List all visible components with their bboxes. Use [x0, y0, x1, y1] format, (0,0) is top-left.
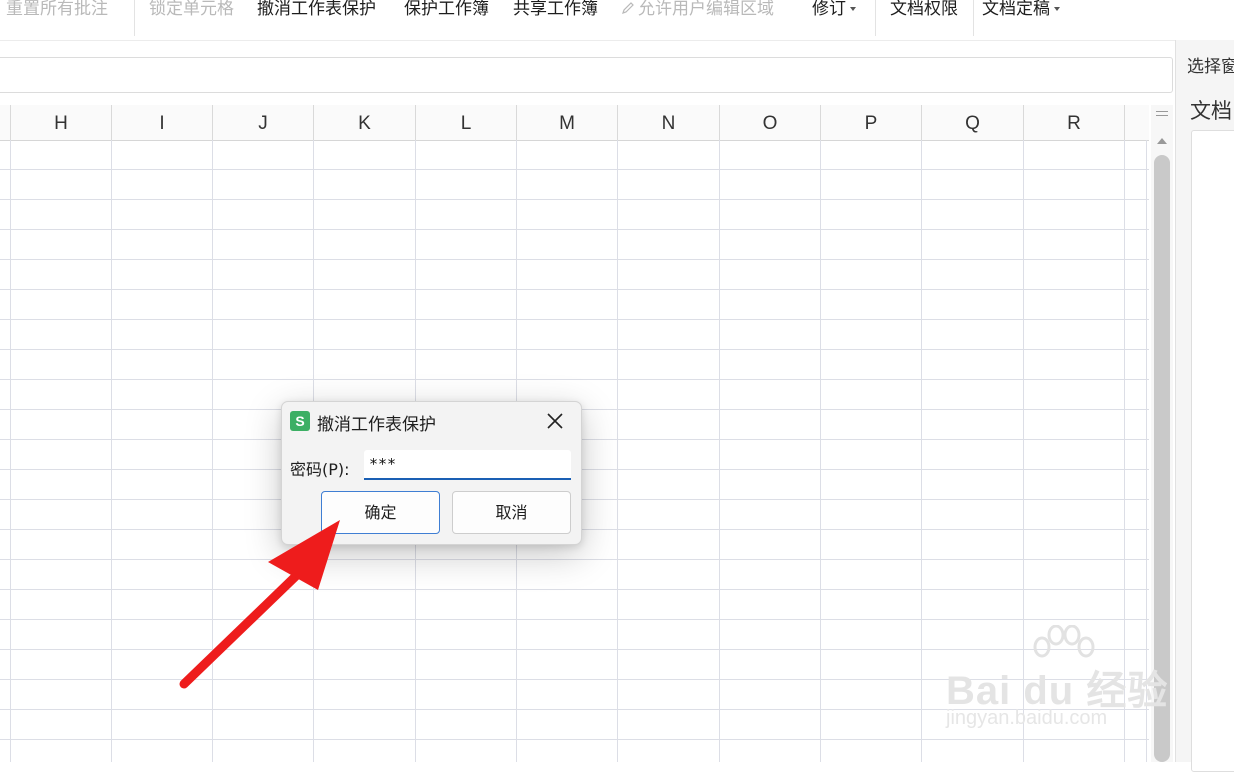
close-icon — [547, 413, 563, 429]
gridline — [0, 589, 1149, 590]
gridline — [0, 259, 1149, 260]
gridline — [0, 229, 1149, 230]
gridline — [0, 349, 1149, 350]
column-header-j[interactable]: J — [213, 105, 314, 140]
chevron-down-icon — [1054, 7, 1060, 11]
document-permissions-button[interactable]: 文档权限 — [890, 0, 958, 20]
column-header-q[interactable]: Q — [922, 105, 1024, 140]
gridline — [0, 199, 1149, 200]
track-changes-button[interactable]: 修订 — [812, 0, 856, 20]
column-header-n[interactable]: N — [618, 105, 720, 140]
gridline — [820, 140, 821, 762]
ribbon-divider — [973, 0, 974, 36]
ok-button[interactable]: 确定 — [321, 491, 440, 534]
column-header-p[interactable]: P — [821, 105, 922, 140]
gridline — [0, 379, 1149, 380]
close-button[interactable] — [541, 407, 569, 435]
gridline — [212, 140, 213, 762]
protect-workbook-button[interactable]: 保护工作簿 — [404, 0, 489, 20]
scroll-up-arrow-icon[interactable] — [1157, 138, 1167, 144]
share-workbook-button[interactable]: 共享工作簿 — [513, 0, 598, 20]
dialog-title: 撤消工作表保护 — [317, 415, 436, 435]
reset-all-comments-button[interactable]: 重置所有批注 — [0, 0, 108, 20]
column-header-partial — [1125, 105, 1149, 140]
password-input[interactable] — [364, 450, 571, 480]
unprotect-sheet-dialog: S 撤消工作表保护 密码(P): 确定 取消 — [281, 401, 582, 545]
cancel-button[interactable]: 取消 — [452, 491, 571, 534]
pane-title: 选择窗 — [1187, 57, 1234, 77]
split-handle-icon[interactable] — [1156, 111, 1168, 119]
formula-bar-input[interactable] — [0, 57, 1173, 93]
password-label: 密码(P): — [290, 460, 350, 479]
column-header-r[interactable]: R — [1024, 105, 1125, 140]
gridline — [0, 619, 1149, 620]
selection-pane: 选择窗 文档 — [1175, 40, 1234, 772]
gridline — [0, 169, 1149, 170]
pane-list[interactable] — [1191, 130, 1234, 772]
column-header-k[interactable]: K — [314, 105, 416, 140]
gridline — [617, 140, 618, 762]
gridline — [0, 559, 1149, 560]
gridline — [10, 140, 11, 762]
pane-subtitle: 文档 — [1190, 99, 1232, 123]
chevron-down-icon — [850, 7, 856, 11]
column-header-m[interactable]: M — [517, 105, 618, 140]
column-header-l[interactable]: L — [416, 105, 517, 140]
column-header-i[interactable]: I — [112, 105, 213, 140]
column-header-h[interactable]: H — [11, 105, 112, 140]
gridline — [921, 140, 922, 762]
document-finalize-button[interactable]: 文档定稿 — [982, 0, 1060, 20]
column-header-row: H I J K L M N O P Q R — [0, 105, 1149, 141]
pencil-icon — [622, 2, 634, 14]
baidu-jingyan-watermark: Bai du 经验 jingyan.baidu.com — [940, 625, 1180, 735]
ribbon-divider — [134, 0, 135, 36]
gridline — [0, 319, 1149, 320]
review-ribbon: 重置所有批注 锁定单元格 撤消工作表保护 保护工作簿 共享工作簿 允许用户编辑区… — [0, 0, 1234, 41]
gridline — [719, 140, 720, 762]
column-header-o[interactable]: O — [720, 105, 821, 140]
gridline — [111, 140, 112, 762]
spreadsheet-app-icon: S — [290, 411, 310, 431]
column-header-partial — [0, 105, 11, 140]
ribbon-divider — [875, 0, 876, 36]
unprotect-sheet-button[interactable]: 撤消工作表保护 — [257, 0, 376, 20]
watermark-url: jingyan.baidu.com — [946, 707, 1108, 729]
gridline — [0, 739, 1149, 740]
gridline — [0, 289, 1149, 290]
lock-cell-button[interactable]: 锁定单元格 — [149, 0, 234, 20]
allow-edit-ranges-button[interactable]: 允许用户编辑区域 — [621, 0, 774, 20]
